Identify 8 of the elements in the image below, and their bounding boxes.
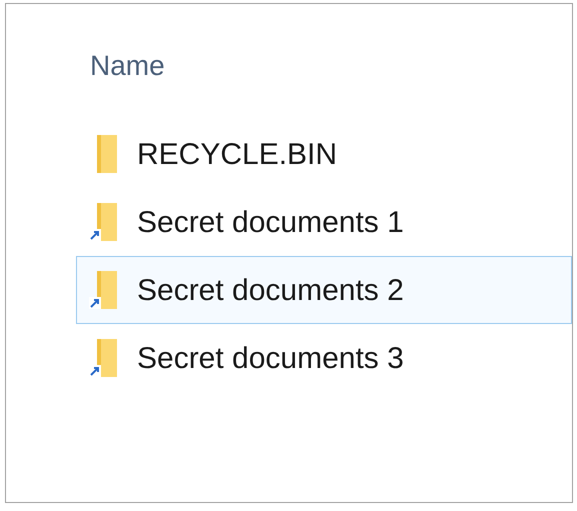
folder-item[interactable]: Secret documents 2 [76,256,572,324]
folder-item[interactable]: Secret documents 1 [76,188,572,256]
name-column-header[interactable]: Name [90,52,572,80]
folder-shortcut-icon [89,337,119,379]
folder-shortcut-icon [89,269,119,311]
folder-item[interactable]: RECYCLE.BIN [76,120,572,188]
folder-item[interactable]: Secret documents 3 [76,324,572,392]
folder-shortcut-icon [89,201,119,243]
